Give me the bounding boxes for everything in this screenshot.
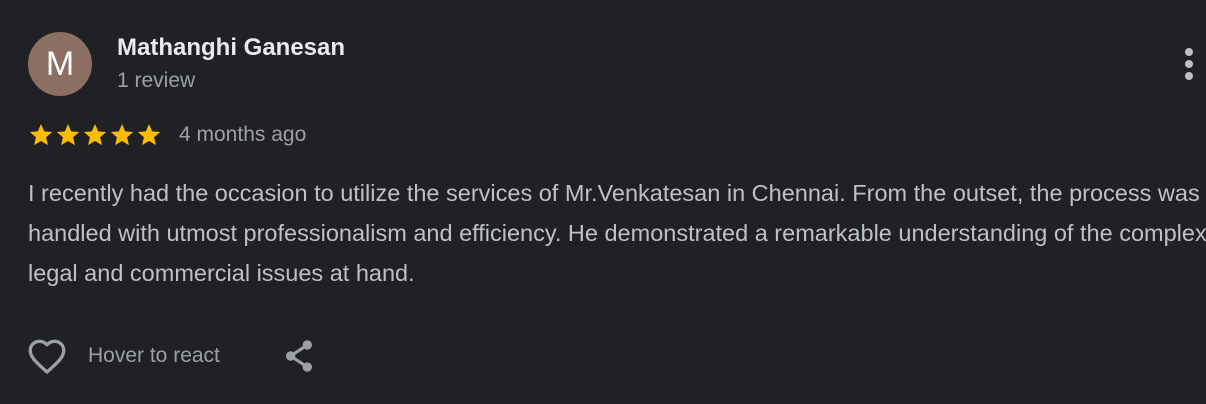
star-rating — [28, 122, 162, 148]
reviewer-review-count: 1 review — [117, 69, 196, 92]
react-button[interactable]: Hover to react — [26, 337, 220, 375]
avatar[interactable]: M — [28, 32, 92, 96]
review-text: I recently had the occasion to utilize t… — [28, 180, 1206, 286]
share-icon — [285, 340, 312, 372]
share-button[interactable] — [282, 338, 316, 374]
review-card: M Mathanghi Ganesan 1 review 4 months ag… — [0, 0, 1206, 404]
reviewer-name[interactable]: Mathanghi Ganesan — [117, 33, 345, 63]
review-date: 4 months ago — [179, 123, 307, 146]
rating-row: 4 months ago — [28, 120, 306, 150]
star-icon — [29, 123, 53, 146]
star-icon — [83, 123, 107, 146]
more-options-button[interactable] — [1174, 44, 1204, 84]
avatar-initial: M — [45, 44, 75, 83]
heart-outline-icon — [28, 339, 66, 374]
star-icon — [110, 123, 134, 146]
star-icon — [56, 123, 80, 146]
react-label: Hover to react — [88, 344, 220, 367]
more-vertical-icon — [1185, 48, 1193, 80]
review-actions: Hover to react — [26, 334, 316, 378]
star-icon — [137, 123, 161, 146]
